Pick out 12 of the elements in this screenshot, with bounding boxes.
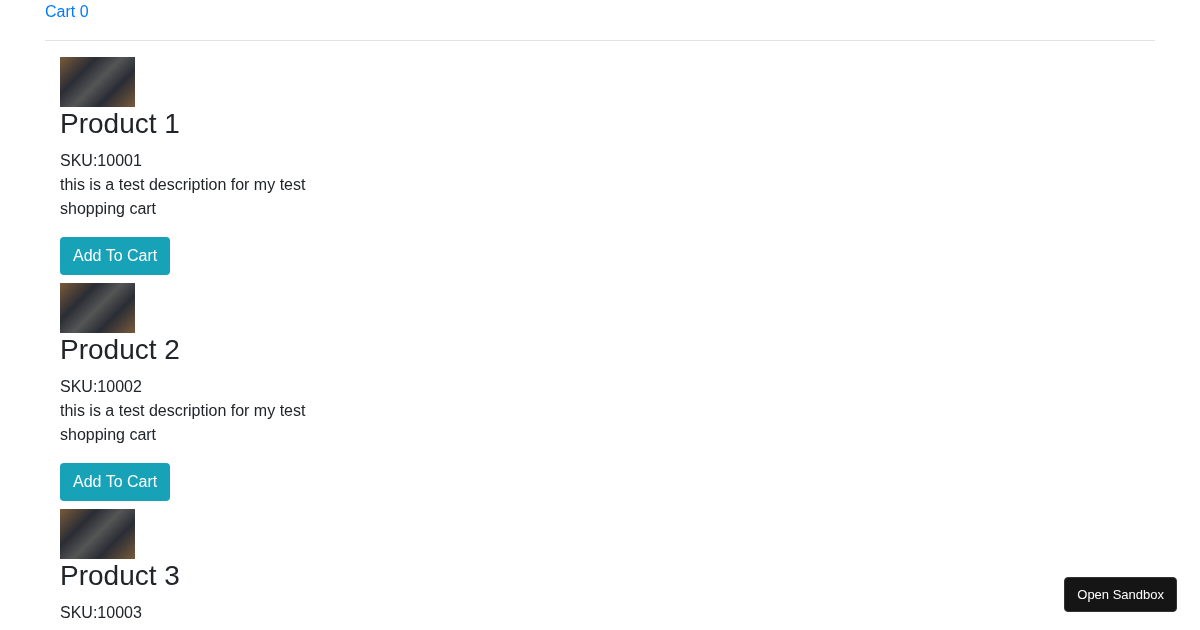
product-sku: SKU:10002 (60, 377, 142, 397)
product-title: Product 2 (60, 333, 180, 367)
product-description: this is a test description for my test shopping cart (60, 175, 307, 219)
add-to-cart-button[interactable]: Add To Cart (60, 237, 171, 275)
open-sandbox-button[interactable]: Open Sandbox (1064, 577, 1177, 612)
add-to-cart-button[interactable]: Add To Cart (60, 463, 171, 501)
product-sku: SKU:10003 (60, 603, 142, 623)
product-sku: SKU:10001 (60, 151, 142, 171)
product-title: Product 1 (60, 107, 180, 141)
product-title: Product 3 (60, 559, 180, 593)
cart-link[interactable]: Cart 0 (45, 0, 89, 24)
product-description: this is a test description for my test shopping cart (60, 401, 307, 445)
